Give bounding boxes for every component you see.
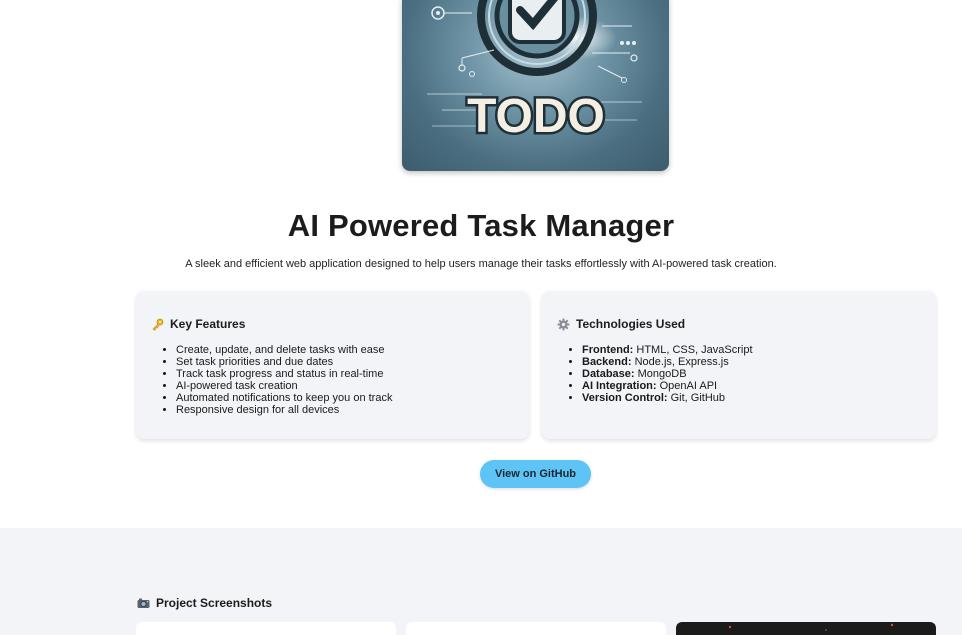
page-title: AI Powered Task Manager xyxy=(287,208,675,243)
list-item: Track task progress and status in real-t… xyxy=(176,368,392,380)
technologies-card: Technologies Used Frontend: HTML, CSS, J… xyxy=(542,291,936,439)
tech-value: MongoDB xyxy=(634,368,687,380)
tech-label: AI Integration: xyxy=(582,380,657,392)
technologies-list: Frontend: HTML, CSS, JavaScript Backend:… xyxy=(582,344,753,404)
screenshot-thumbnail[interactable] xyxy=(406,622,666,635)
list-item: Responsive design for all devices xyxy=(176,404,392,416)
list-item: AI-powered task creation xyxy=(176,380,392,392)
list-item: Automated notifications to keep you on t… xyxy=(176,392,392,404)
technologies-title: Technologies Used xyxy=(576,317,686,331)
todo-logo-graphic: TODO TODO xyxy=(427,0,642,146)
project-screenshots-title: Project Screenshots xyxy=(156,596,273,610)
tech-label: Database: xyxy=(582,368,635,380)
gear-icon xyxy=(557,318,570,330)
tech-value: HTML, CSS, JavaScript xyxy=(633,344,753,356)
screenshot-dark-preview xyxy=(728,623,894,631)
view-on-github-button[interactable]: View on GitHub xyxy=(480,460,591,488)
list-item: Backend: Node.js, Express.js xyxy=(582,356,753,368)
technologies-heading: Technologies Used xyxy=(557,317,685,331)
tech-value: OpenAI API xyxy=(656,380,718,392)
list-item: Database: MongoDB xyxy=(582,368,753,380)
screenshot-thumbnail[interactable] xyxy=(676,622,936,635)
tech-label: Backend: xyxy=(582,356,632,368)
list-item: Version Control: Git, GitHub xyxy=(582,392,753,404)
tech-value: Node.js, Express.js xyxy=(631,356,729,368)
list-item: AI Integration: OpenAI API xyxy=(582,380,753,392)
page-subtitle: A sleek and efficient web application de… xyxy=(185,258,777,270)
list-item: Set task priorities and due dates xyxy=(176,356,392,368)
screenshot-thumbnail[interactable] xyxy=(136,622,396,635)
svg-text:TODO: TODO xyxy=(467,90,605,143)
key-features-card: Key Features Create, update, and delete … xyxy=(136,291,529,439)
key-icon xyxy=(152,318,164,331)
project-screenshots-section: Project Screenshots xyxy=(0,528,962,635)
key-features-title: Key Features xyxy=(170,317,246,331)
camera-icon xyxy=(137,598,150,608)
key-features-heading: Key Features xyxy=(151,317,245,331)
project-screenshots-heading: Project Screenshots xyxy=(137,596,272,610)
tech-label: Version Control: xyxy=(582,392,668,404)
tech-label: Frontend: xyxy=(582,344,634,356)
tech-value: Git, GitHub xyxy=(667,392,726,404)
list-item: Frontend: HTML, CSS, JavaScript xyxy=(582,344,753,356)
list-item: Create, update, and delete tasks with ea… xyxy=(176,344,392,356)
features-list: Create, update, and delete tasks with ea… xyxy=(176,344,392,416)
project-logo-image: TODO TODO xyxy=(402,0,669,171)
